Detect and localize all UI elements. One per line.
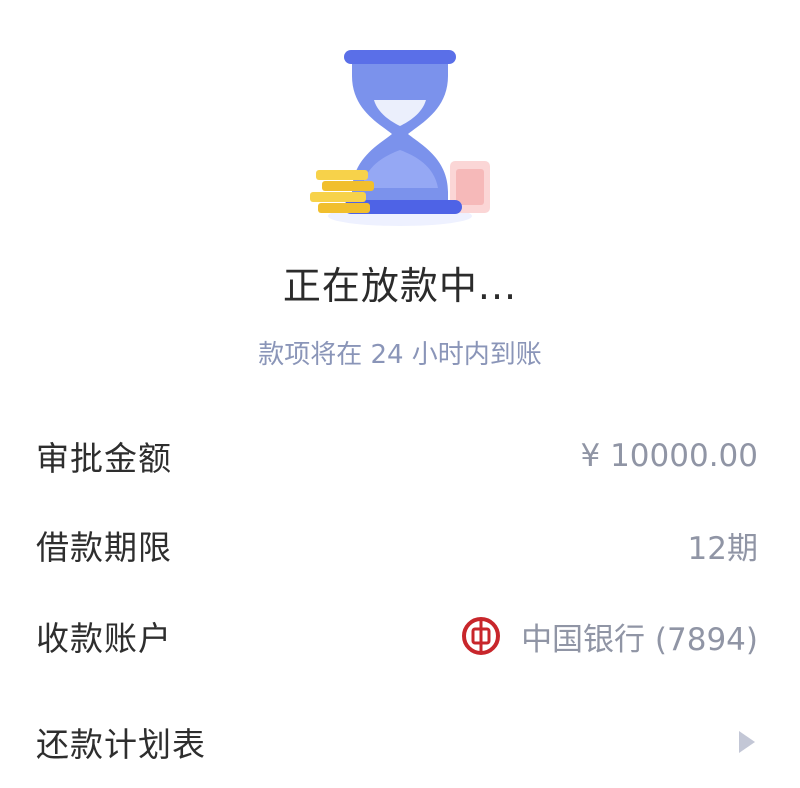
bank-of-china-logo-icon <box>461 616 501 656</box>
receiving-account-value: 中国银行 (7894) <box>521 621 758 658</box>
hourglass-illustration <box>300 38 500 238</box>
chevron-right-icon[interactable] <box>736 729 758 755</box>
status-title: 正在放款中... <box>282 264 518 308</box>
receiving-account-row[interactable]: 收款账户 中国银行 (7894) <box>36 608 758 664</box>
receiving-account-label: 收款账户 <box>36 619 172 658</box>
approved-amount-label: 审批金额 <box>36 439 172 478</box>
receiving-account-value-wrap: 中国银行 (7894) <box>461 614 758 659</box>
approved-amount-row: 审批金额 ¥ 10000.00 <box>36 428 758 484</box>
loan-term-row: 借款期限 12期 <box>36 517 758 573</box>
approved-amount-value: ¥ 10000.00 <box>580 438 759 474</box>
repayment-schedule-row[interactable]: 还款计划表 <box>36 714 758 770</box>
repayment-schedule-label: 还款计划表 <box>36 725 206 764</box>
loan-term-value: 12期 <box>687 530 758 567</box>
loan-term-label: 借款期限 <box>36 528 172 567</box>
status-subtitle: 款项将在 24 小时内到账 <box>258 340 542 370</box>
